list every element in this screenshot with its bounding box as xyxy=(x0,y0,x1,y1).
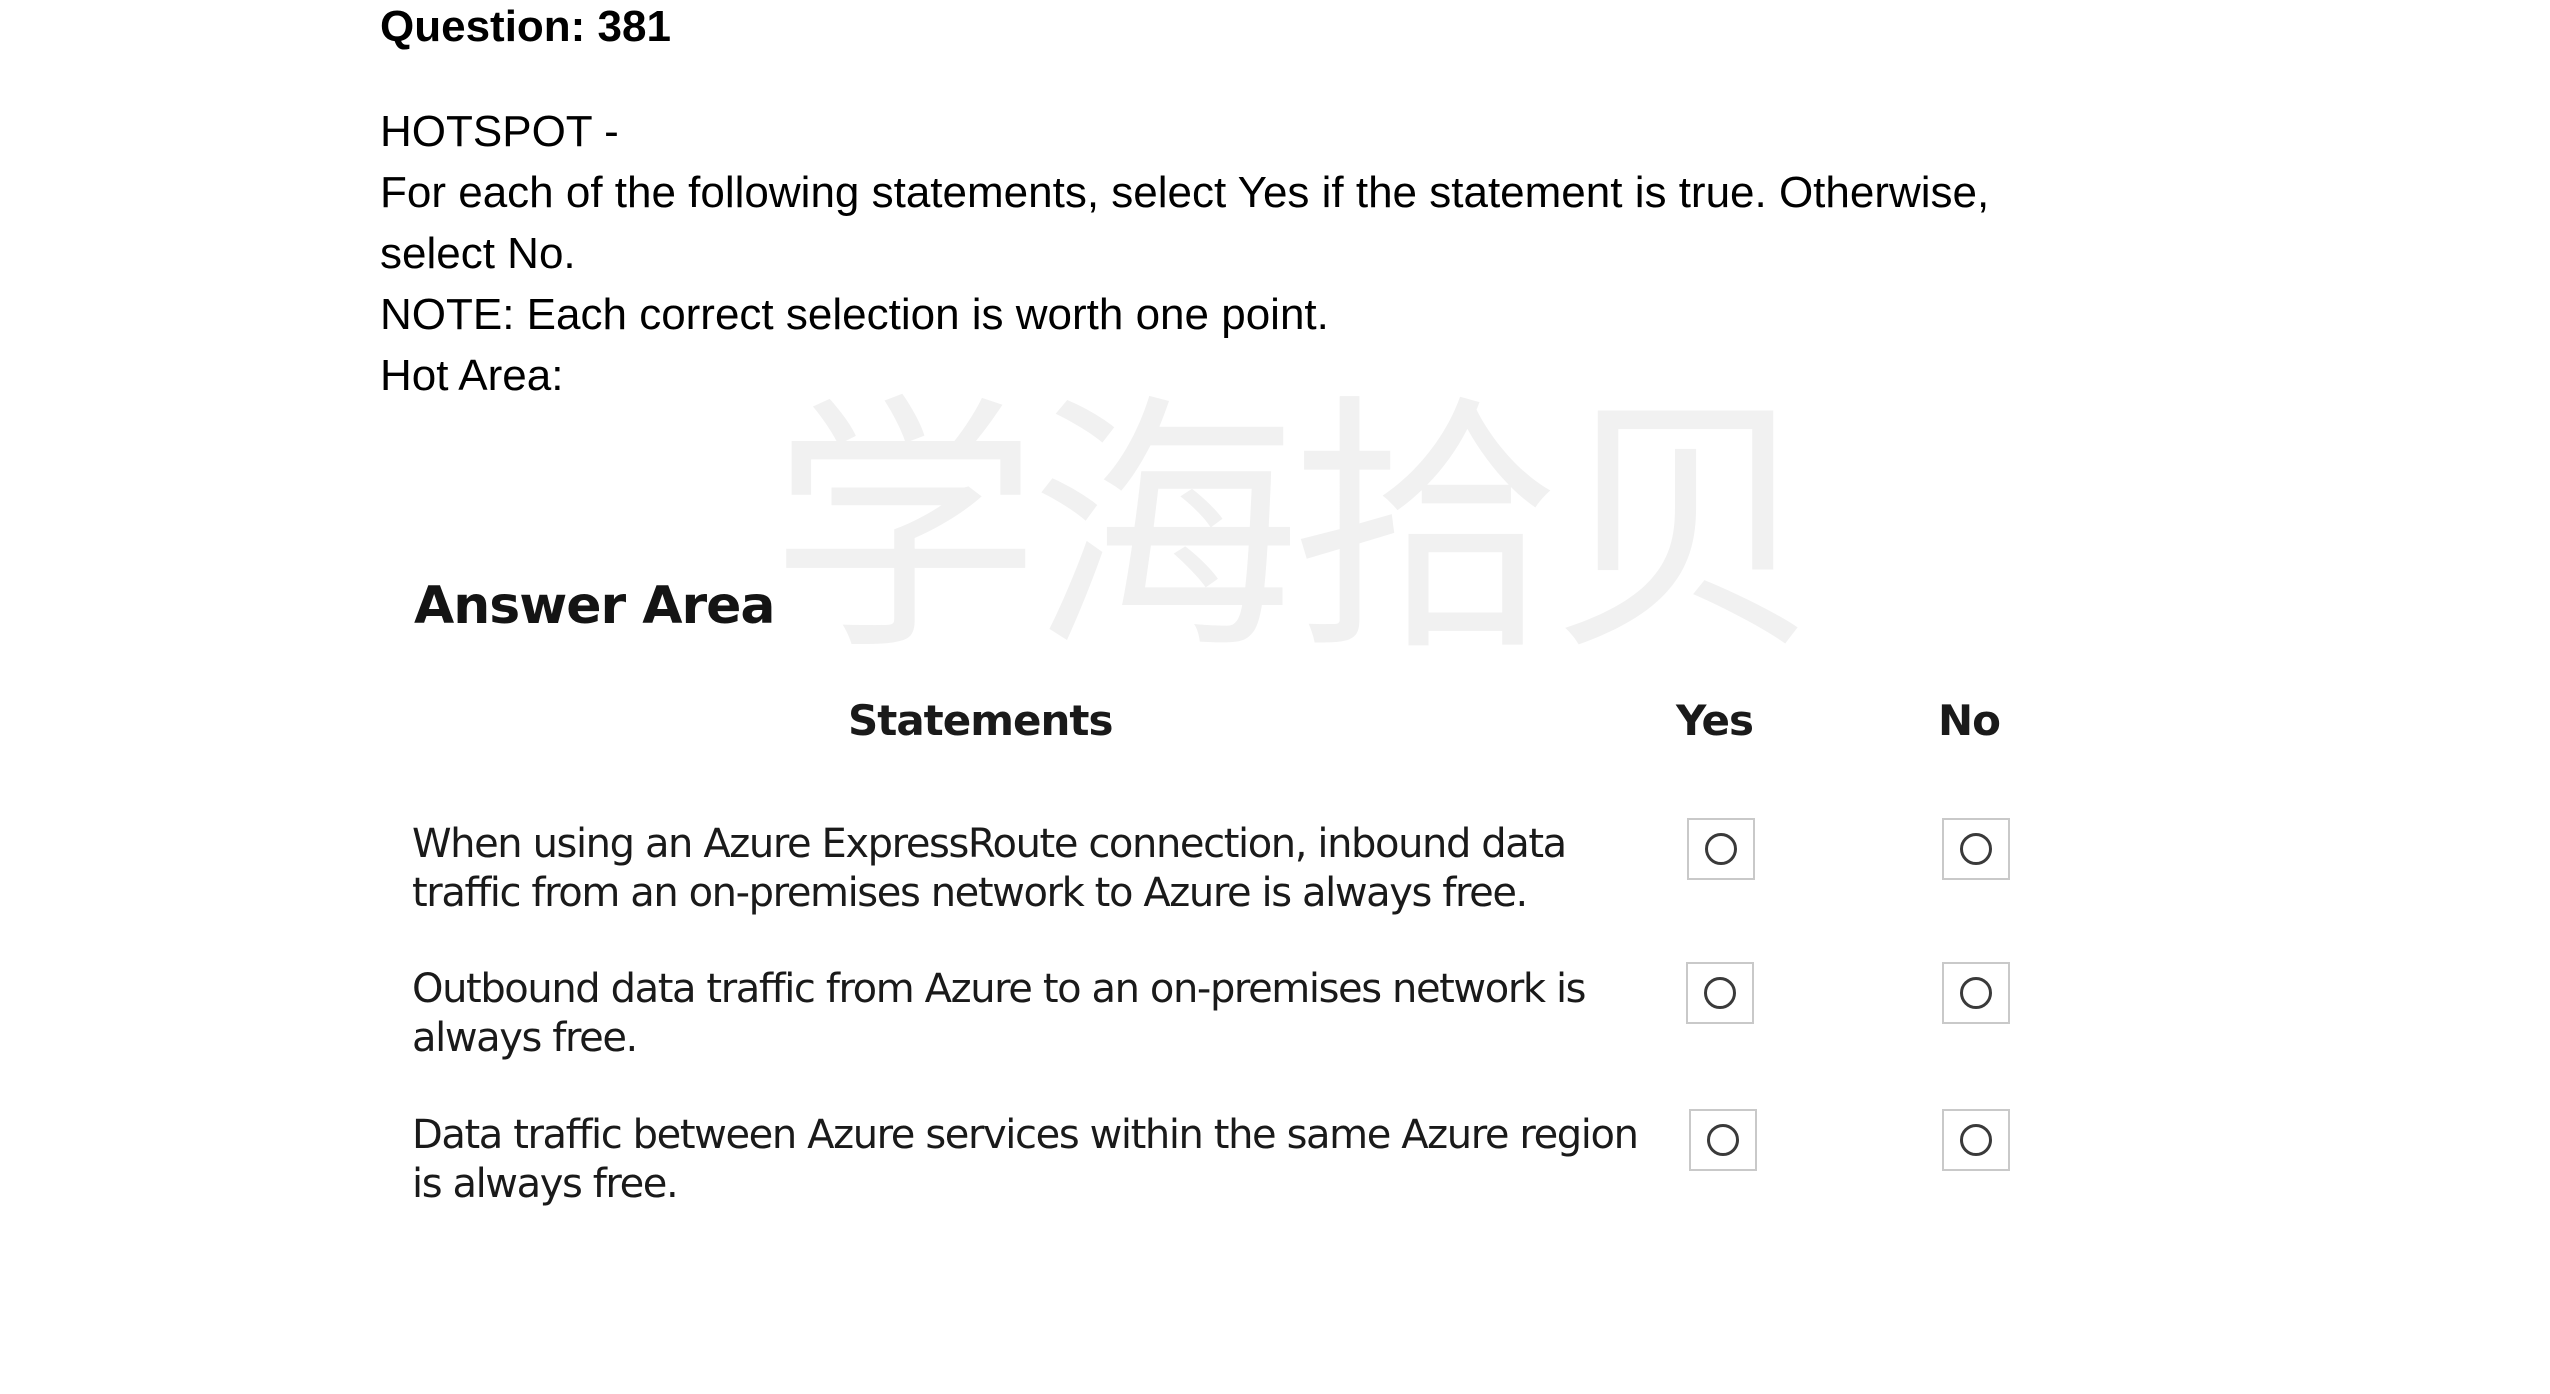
question-type-label: HOTSPOT - xyxy=(380,107,619,156)
answer-area: Answer Area Statements Yes No When using… xyxy=(400,560,2040,1220)
question-instructions: HOTSPOT - For each of the following stat… xyxy=(380,101,2140,406)
statement-3-line-1: Data traffic between Azure services with… xyxy=(412,1112,1639,1158)
statement-1-no-radio[interactable] xyxy=(1942,818,2010,880)
radio-circle-icon xyxy=(1705,833,1737,865)
statement-2: Outbound data traffic from Azure to an o… xyxy=(412,965,1652,1063)
statement-2-yes-radio[interactable] xyxy=(1686,962,1754,1024)
instruction-line: select No. xyxy=(380,229,576,278)
no-column-header: No xyxy=(1938,696,2001,745)
radio-circle-icon xyxy=(1960,1124,1992,1156)
statement-1: When using an Azure ExpressRoute connect… xyxy=(412,820,1652,918)
radio-circle-icon xyxy=(1960,977,1992,1009)
statement-3-yes-radio[interactable] xyxy=(1689,1109,1757,1171)
statement-1-yes-radio[interactable] xyxy=(1687,818,1755,880)
statement-2-line-1: Outbound data traffic from Azure to an o… xyxy=(412,966,1587,1012)
statement-1-line-2: traffic from an on-premises network to A… xyxy=(412,870,1528,916)
radio-circle-icon xyxy=(1960,833,1992,865)
statement-2-line-2: always free. xyxy=(412,1015,638,1061)
radio-circle-icon xyxy=(1707,1124,1739,1156)
statement-3: Data traffic between Azure services with… xyxy=(412,1111,1652,1209)
statement-1-line-1: When using an Azure ExpressRoute connect… xyxy=(412,821,1567,867)
question-title: Question: 381 xyxy=(380,2,671,51)
note-line: NOTE: Each correct selection is worth on… xyxy=(380,290,1329,339)
statement-3-line-2: is always free. xyxy=(412,1161,679,1207)
answer-area-title: Answer Area xyxy=(414,576,776,636)
statements-column-header: Statements xyxy=(848,696,1113,745)
statement-2-no-radio[interactable] xyxy=(1942,962,2010,1024)
statement-3-no-radio[interactable] xyxy=(1942,1109,2010,1171)
radio-circle-icon xyxy=(1704,977,1736,1009)
instruction-line: For each of the following statements, se… xyxy=(380,168,1990,217)
yes-column-header: Yes xyxy=(1676,696,1754,745)
